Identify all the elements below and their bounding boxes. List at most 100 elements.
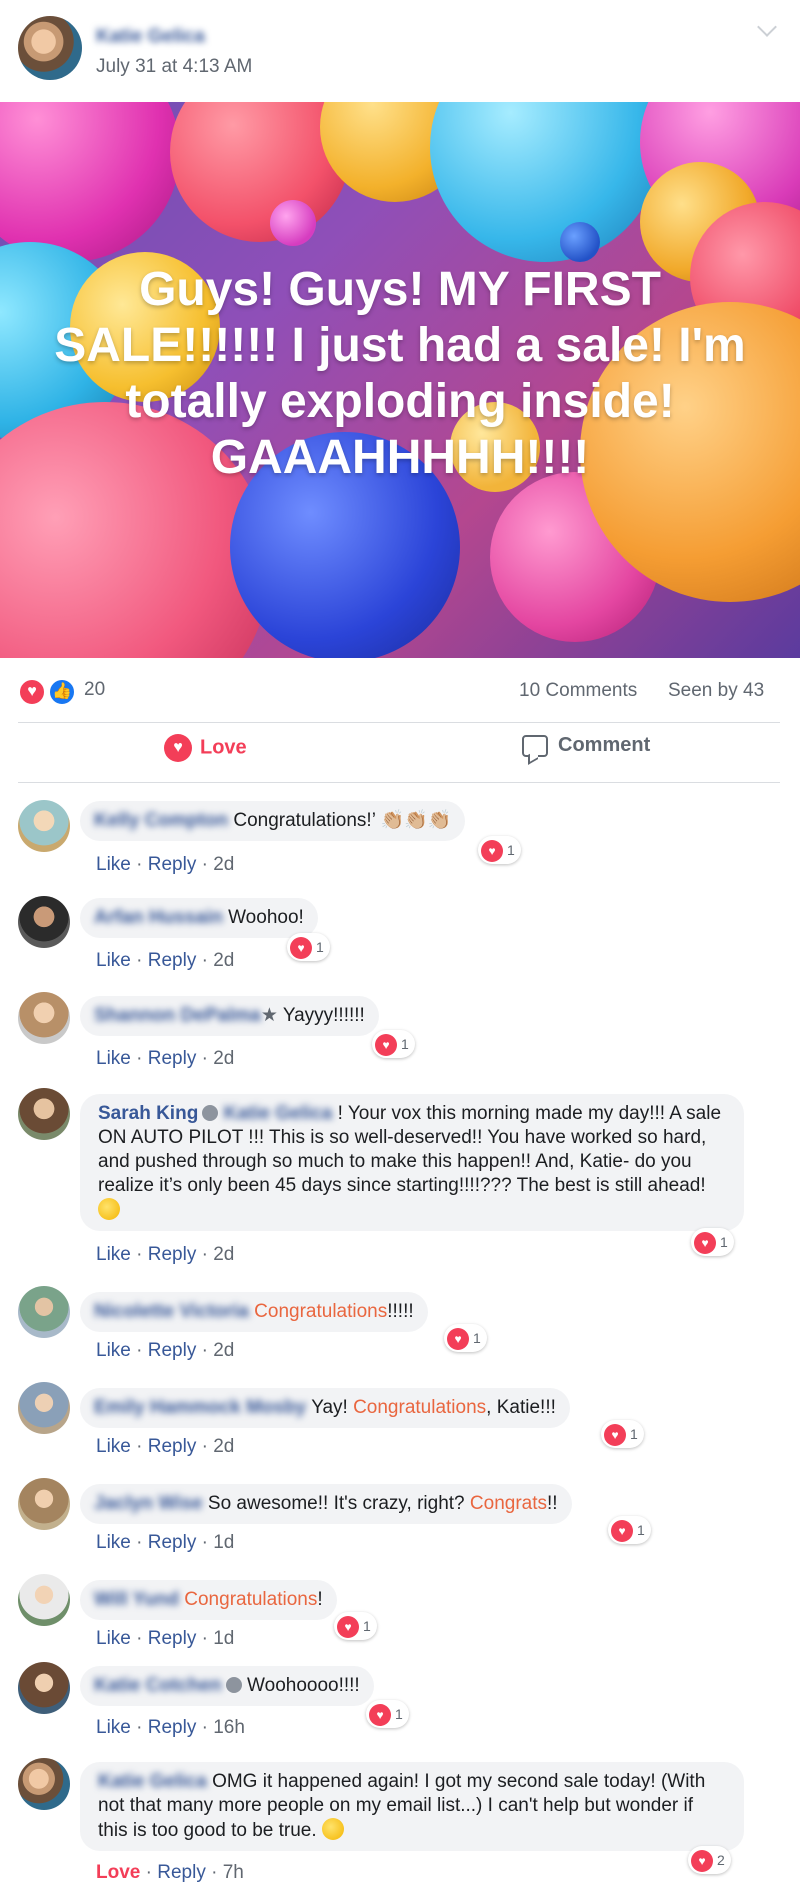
like-link[interactable]: Like (96, 1436, 131, 1457)
comment-author[interactable]: Katie Cotchen (94, 1675, 222, 1696)
comment-author[interactable]: Katie Gelica (98, 1771, 207, 1792)
reaction-count: 1 (630, 1426, 638, 1442)
divider (18, 722, 780, 723)
reply-link[interactable]: Reply (148, 1436, 197, 1457)
avatar[interactable] (18, 800, 70, 852)
comment-age[interactable]: 2d (213, 1048, 234, 1069)
comment-author[interactable]: Nicolette Victoria (94, 1301, 249, 1322)
like-link[interactable]: Like (96, 1717, 131, 1738)
heart-icon: ♥ (694, 1232, 716, 1255)
avatar[interactable] (18, 1758, 70, 1810)
comment-reaction-badge[interactable]: ♥ 1 (478, 836, 521, 864)
avatar[interactable] (18, 1286, 70, 1338)
avatar[interactable] (18, 1478, 70, 1530)
chevron-down-icon[interactable] (757, 17, 777, 37)
avatar[interactable] (18, 1662, 70, 1714)
comment-reaction-badge[interactable]: ♥ 2 (688, 1846, 731, 1874)
heart-icon: ♥ (27, 683, 37, 700)
badge-icon (202, 1105, 219, 1121)
author-name[interactable]: Katie Gelica (96, 26, 205, 48)
comment-age[interactable]: 16h (213, 1717, 245, 1738)
love-link[interactable]: Love (96, 1862, 140, 1883)
reply-link[interactable]: Reply (148, 950, 197, 971)
badge-icon (225, 1677, 242, 1693)
comment-text: Congratulations!’ 👏🏼👏🏼👏🏼 (233, 810, 452, 831)
thumbs-up-icon: 👍 (52, 683, 72, 700)
comment-author[interactable]: Arfan Hussain (94, 907, 223, 928)
avatar[interactable] (18, 1574, 70, 1626)
shocked-emoji-icon (321, 1818, 344, 1840)
reaction-count: 1 (720, 1234, 728, 1250)
comment-bubble: Kelly Compton Congratulations!’ 👏🏼👏🏼👏🏼 (80, 801, 466, 841)
avatar[interactable] (18, 992, 70, 1044)
love-button[interactable]: ♥ Love (164, 734, 247, 770)
star-icon: ★ (260, 1005, 278, 1026)
comment-text: Woohoooo!!!! (247, 1675, 360, 1696)
reply-link[interactable]: Reply (148, 1244, 197, 1265)
like-link[interactable]: Like (96, 950, 131, 971)
reply-link[interactable]: Reply (148, 1340, 197, 1361)
comment-age[interactable]: 2d (213, 1244, 234, 1265)
reply-link[interactable]: Reply (157, 1862, 206, 1883)
like-link[interactable]: Like (96, 1244, 131, 1265)
comment-meta: Like · Reply · 16h (96, 1717, 245, 1738)
like-link[interactable]: Like (96, 1532, 131, 1553)
heart-icon: ♥ (447, 1328, 469, 1351)
comment-reaction-badge[interactable]: ♥ 1 (372, 1030, 415, 1058)
divider (18, 782, 780, 783)
comment-reaction-badge[interactable]: ♥ 1 (601, 1420, 644, 1448)
reaction-count: 1 (395, 1706, 403, 1722)
smile-emoji-icon (98, 1198, 120, 1220)
comment-author[interactable]: Kelly Compton (94, 810, 228, 831)
comment-age[interactable]: 1d (213, 1628, 234, 1649)
comment-bubble: Katie Cotchen Woohoooo!!!! (80, 1666, 374, 1706)
comment-reaction-badge[interactable]: ♥ 1 (608, 1516, 651, 1544)
avatar[interactable] (18, 1382, 70, 1434)
post-timestamp[interactable]: July 31 at 4:13 AM (96, 56, 252, 78)
like-link[interactable]: Like (96, 1340, 131, 1361)
comment-author[interactable]: Will Yund (94, 1589, 179, 1610)
reply-link[interactable]: Reply (148, 1532, 197, 1553)
reply-link[interactable]: Reply (148, 854, 197, 875)
comment-age[interactable]: 7h (223, 1862, 244, 1883)
reaction-count[interactable]: 20 (84, 679, 105, 701)
comment-reaction-badge[interactable]: ♥ 1 (287, 933, 330, 961)
comment-reaction-badge[interactable]: ♥ 1 (444, 1324, 487, 1352)
like-link[interactable]: Like (96, 1048, 131, 1069)
reaction-count: 1 (473, 1330, 481, 1346)
reply-link[interactable]: Reply (148, 1717, 197, 1738)
like-reaction-icon[interactable]: 👍 (48, 678, 76, 706)
comment-reaction-badge[interactable]: ♥ 1 (691, 1228, 734, 1256)
comment-author[interactable]: Emily Hammock Mosby (94, 1397, 306, 1418)
comment-text: !! (547, 1493, 558, 1514)
comment-highlight: Congrats (469, 1493, 548, 1514)
comment-meta: Like · Reply · 2d (96, 1436, 235, 1457)
comment-age[interactable]: 2d (213, 1340, 234, 1361)
post-header: Katie Gelica July 31 at 4:13 AM (0, 0, 800, 102)
comment-author[interactable]: Jaclyn Wise (94, 1493, 203, 1514)
like-link[interactable]: Like (96, 1628, 131, 1649)
heart-reaction-icon[interactable]: ♥ (18, 678, 46, 706)
reply-link[interactable]: Reply (148, 1048, 197, 1069)
reaction-count: 1 (637, 1522, 645, 1538)
comment-age[interactable]: 2d (213, 1436, 234, 1457)
comment-age[interactable]: 2d (213, 854, 234, 875)
comment-author[interactable]: Shannon DePalma (94, 1005, 261, 1026)
comments-count[interactable]: 10 Comments (519, 680, 637, 702)
reaction-count: 1 (363, 1618, 371, 1634)
comment-reaction-badge[interactable]: ♥ 1 (366, 1700, 409, 1728)
author-avatar[interactable] (18, 16, 82, 80)
comment-age[interactable]: 1d (213, 1532, 234, 1553)
comment-age[interactable]: 2d (213, 950, 234, 971)
avatar[interactable] (18, 896, 70, 948)
comment-button[interactable]: Comment (522, 734, 650, 770)
comment-reaction-badge[interactable]: ♥ 1 (334, 1612, 377, 1640)
comment-highlight: Congratulations (254, 1301, 388, 1322)
seen-count[interactable]: Seen by 43 (668, 680, 764, 702)
avatar[interactable] (18, 1088, 70, 1140)
comment-author[interactable]: Sarah King (98, 1103, 198, 1124)
comment-mention[interactable]: Katie Gelica (224, 1103, 333, 1124)
like-link[interactable]: Like (96, 854, 131, 875)
reply-link[interactable]: Reply (148, 1628, 197, 1649)
heart-icon: ♥ (611, 1520, 633, 1543)
